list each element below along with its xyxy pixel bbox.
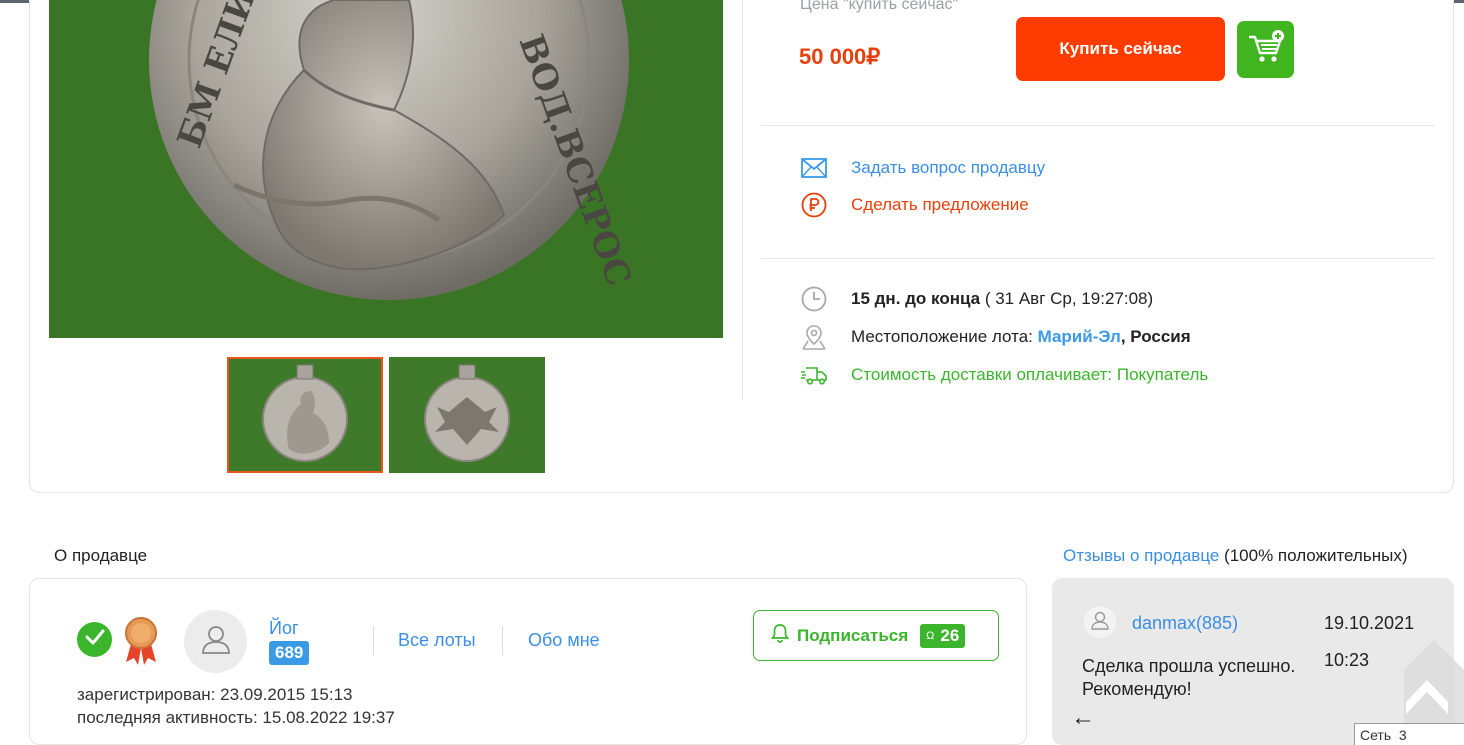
- divider: [761, 258, 1434, 259]
- network-status: Сеть 3: [1354, 723, 1464, 745]
- seller-avatar[interactable]: [184, 610, 247, 673]
- last-activity: последняя активность: 15.08.2022 19:37: [77, 708, 395, 727]
- separator: [373, 626, 374, 655]
- thumbnail-reverse[interactable]: [389, 357, 545, 473]
- thumbnail-obverse[interactable]: [227, 357, 383, 473]
- delivery-truck-icon: [800, 361, 828, 389]
- main-lot-photo[interactable]: БМ ЕЛИС ВОД.ВСЕРОС: [49, 0, 723, 338]
- location-region-link[interactable]: Марий-Эл: [1038, 327, 1121, 347]
- location-country: , Россия: [1120, 327, 1191, 346]
- ask-seller-link[interactable]: Задать вопрос продавцу: [851, 158, 1045, 178]
- reviews-header: Отзывы о продавце (100% положительных): [1063, 546, 1407, 566]
- reviewer-avatar: [1084, 606, 1116, 638]
- location-icon: [800, 323, 828, 351]
- subscribers-count-value: 26: [940, 625, 960, 645]
- seller-reviews-link[interactable]: Отзывы о продавце: [1063, 546, 1219, 565]
- subscribers-icon: Ω: [926, 629, 935, 642]
- cart-add-icon: [1246, 29, 1286, 70]
- delivery-row: Стоимость доставки оплачивает: Покупател…: [800, 361, 1208, 389]
- time-left-row: 15 дн. до конца ( 31 Авг Ср, 19:27:08): [800, 285, 1153, 313]
- delivery-label: Стоимость доставки оплачивает:: [851, 365, 1117, 384]
- reviewer-name-link[interactable]: danmax(885): [1132, 613, 1238, 634]
- separator: [502, 626, 503, 655]
- add-to-cart-button[interactable]: [1237, 21, 1294, 78]
- location-label: Местоположение лота:: [851, 327, 1038, 346]
- previous-review-arrow[interactable]: ←: [1071, 704, 1095, 732]
- delivery-payer: Покупатель: [1116, 365, 1209, 384]
- all-lots-link[interactable]: Все лоты: [398, 630, 476, 651]
- scroll-top-icon[interactable]: [1394, 640, 1464, 730]
- price-caption: Цена "купить сейчас": [800, 0, 959, 13]
- ruble-icon: [800, 191, 828, 219]
- make-offer-row[interactable]: Сделать предложение: [800, 191, 1029, 219]
- make-offer-link[interactable]: Сделать предложение: [851, 195, 1029, 215]
- end-date: ( 31 Авг Ср, 19:27:08): [980, 289, 1154, 308]
- column-divider: [742, 0, 743, 400]
- location-row: Местоположение лота: Марий-Эл , Россия: [800, 323, 1191, 351]
- registered-date: зарегистрирован: 23.09.2015 15:13: [77, 685, 353, 704]
- reviews-summary: (100% положительных): [1219, 546, 1408, 565]
- buy-now-button[interactable]: Купить сейчас: [1016, 17, 1225, 81]
- subscribers-count: Ω 26: [920, 623, 966, 648]
- price: 50 000₽: [799, 44, 881, 69]
- seller-name-link[interactable]: Йог: [269, 618, 299, 639]
- user-icon: [200, 623, 232, 660]
- time-left: 15 дн. до конца: [851, 289, 981, 308]
- about-me-link[interactable]: Обо мне: [528, 630, 600, 651]
- review-time: 10:23: [1324, 650, 1370, 670]
- review-text: Сделка прошла успешно. Рекомендую!: [1082, 656, 1296, 699]
- check-icon: [85, 629, 105, 650]
- seller-rating-badge: 689: [269, 641, 310, 665]
- bell-icon: [770, 623, 790, 648]
- mail-icon: [800, 154, 828, 182]
- review-date: 19.10.2021: [1324, 613, 1415, 633]
- divider: [761, 125, 1434, 126]
- subscribe-label: Подписаться: [797, 625, 909, 645]
- verified-badge: [77, 622, 112, 657]
- user-icon: [1090, 610, 1110, 635]
- ask-seller-row[interactable]: Задать вопрос продавцу: [800, 154, 1045, 182]
- seller-section-title: О продавце: [54, 546, 148, 565]
- subscribe-button[interactable]: Подписаться Ω 26: [753, 610, 999, 661]
- clock-icon: [800, 285, 828, 313]
- medal-icon: [121, 616, 161, 666]
